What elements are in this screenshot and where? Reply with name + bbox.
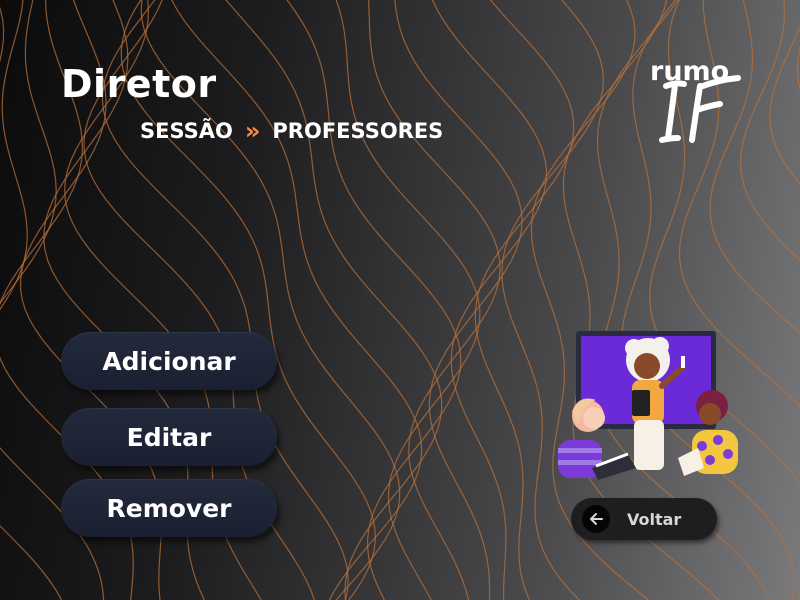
teacher-with-students-illustration (558, 331, 738, 480)
contour-line (335, 0, 481, 600)
contour-line (431, 0, 548, 600)
rumo-if-logo: rumo (640, 54, 750, 150)
edit-button[interactable]: Editar (61, 408, 277, 466)
contour-line (394, 0, 523, 600)
contour-line (769, 25, 800, 185)
breadcrumb-parent[interactable]: SESSÃO (140, 119, 233, 143)
arrow-left-icon (582, 505, 610, 533)
breadcrumb-separator-icon: » (244, 117, 260, 145)
breadcrumb: SESSÃO » PROFESSORES (140, 117, 443, 145)
back-button[interactable]: Voltar (571, 498, 717, 540)
add-button[interactable]: Adicionar (61, 332, 277, 390)
remove-button[interactable]: Remover (61, 479, 277, 537)
contour-line (474, 0, 575, 600)
contour-line (0, 0, 63, 600)
breadcrumb-current: PROFESSORES (272, 119, 444, 143)
back-button-label: Voltar (627, 509, 682, 529)
contour-line (367, 0, 501, 600)
page-title: Diretor (61, 62, 217, 106)
